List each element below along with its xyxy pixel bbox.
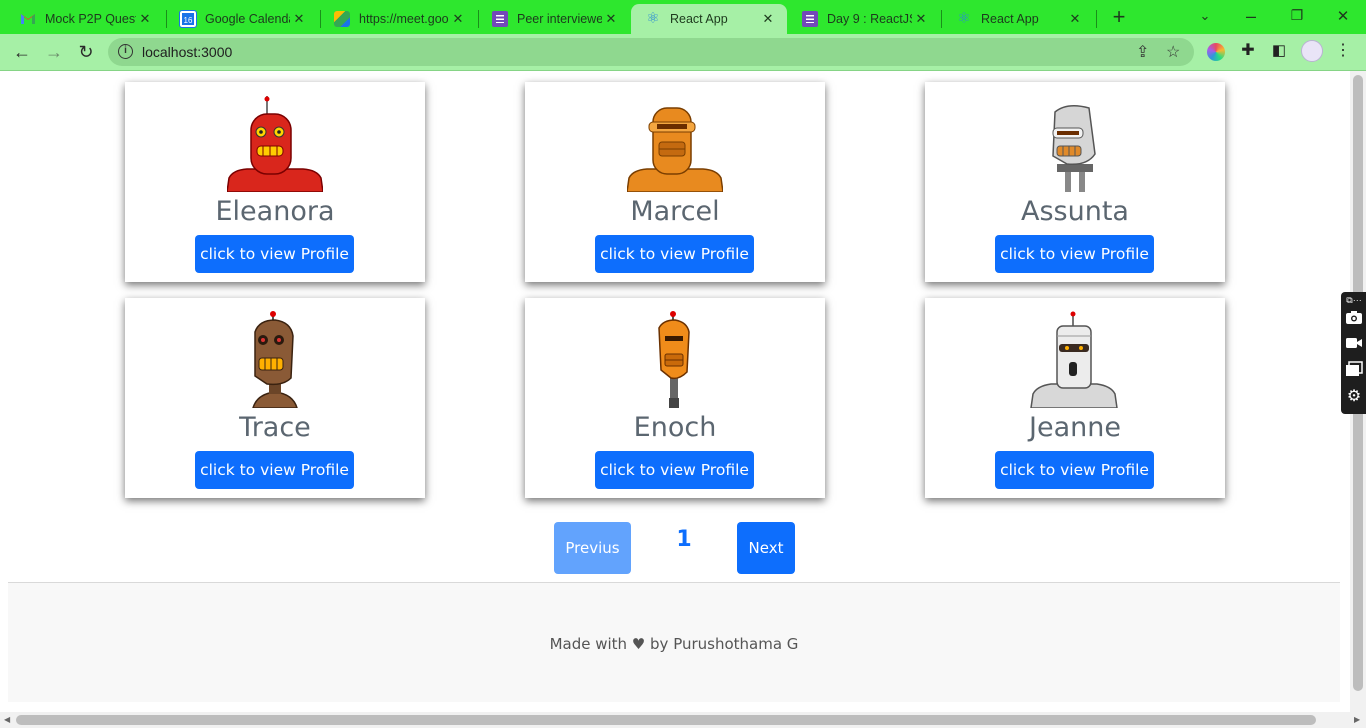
robot-name: Eleanora bbox=[215, 196, 335, 227]
scroll-right-arrow-icon[interactable]: ▶ bbox=[1354, 715, 1360, 724]
video-camera-icon[interactable] bbox=[1343, 334, 1365, 356]
minimize-icon[interactable]: – bbox=[1239, 6, 1263, 27]
close-window-icon[interactable]: ✕ bbox=[1331, 7, 1355, 25]
extensions-puzzle-icon[interactable]: ✚ bbox=[1237, 40, 1259, 62]
tab-title: https://meet.goo bbox=[359, 12, 449, 26]
close-icon[interactable]: ✕ bbox=[449, 11, 467, 27]
bookmark-star-icon[interactable]: ☆ bbox=[1166, 42, 1180, 62]
back-arrow-icon[interactable]: ← bbox=[10, 40, 34, 64]
share-icon[interactable]: ⇪ bbox=[1136, 42, 1149, 62]
meet-icon bbox=[334, 11, 350, 27]
view-profile-button[interactable]: click to view Profile bbox=[995, 235, 1154, 273]
previous-page-button[interactable]: Previus bbox=[554, 522, 631, 574]
tab-react-app-active[interactable]: ⚛ React App ✕ bbox=[631, 4, 787, 34]
horizontal-scroll-thumb[interactable] bbox=[16, 715, 1316, 725]
view-profile-button[interactable]: click to view Profile bbox=[595, 235, 754, 273]
tab-react-app[interactable]: ⚛ React App ✕ bbox=[942, 4, 1094, 34]
robot-name: Marcel bbox=[630, 196, 720, 227]
address-bar[interactable]: i localhost:3000 ⇪ ☆ bbox=[108, 38, 1194, 66]
view-profile-button[interactable]: click to view Profile bbox=[195, 235, 354, 273]
tab-title: React App bbox=[981, 12, 1039, 26]
tab-title: Peer interviewer bbox=[517, 12, 602, 26]
tab-meet[interactable]: https://meet.goo ✕ bbox=[320, 4, 477, 34]
close-icon[interactable]: ✕ bbox=[1066, 11, 1084, 27]
next-page-button[interactable]: Next bbox=[737, 522, 795, 574]
camera-icon[interactable] bbox=[1343, 308, 1365, 330]
forward-arrow-icon[interactable]: → bbox=[42, 40, 66, 64]
robot-card: Enoch click to view Profile bbox=[525, 298, 825, 498]
color-extension-icon[interactable] bbox=[1207, 43, 1225, 61]
robot-card: Marcel click to view Profile bbox=[525, 82, 825, 282]
site-info-icon[interactable]: i bbox=[118, 44, 133, 59]
robot-card: Assunta click to view Profile bbox=[925, 82, 1225, 282]
close-icon[interactable]: ✕ bbox=[602, 11, 620, 27]
settings-gear-icon[interactable]: ⚙ bbox=[1343, 386, 1365, 408]
tab-title: React App bbox=[670, 12, 728, 26]
page-content: Eleanora click to view Profile Marcel cl… bbox=[0, 71, 1350, 712]
tab-search-chevron-icon[interactable]: ⌄ bbox=[1193, 8, 1217, 24]
tab-title: Google Calendar bbox=[205, 12, 290, 26]
robot-name: Trace bbox=[239, 412, 311, 443]
tab-title: Day 9 : ReactJS bbox=[827, 12, 912, 26]
close-icon[interactable]: ✕ bbox=[759, 11, 777, 27]
robot-avatar bbox=[1030, 311, 1118, 408]
current-page-number: 1 bbox=[676, 527, 692, 552]
robot-avatar bbox=[227, 96, 323, 192]
side-panel-icon[interactable]: ◧ bbox=[1268, 40, 1290, 62]
panel-more-icon[interactable]: ⧉⋯ bbox=[1343, 294, 1365, 306]
view-profile-button[interactable]: click to view Profile bbox=[595, 451, 754, 489]
robot-avatar bbox=[252, 311, 298, 408]
footer-credit: Made with ♥ by Purushothama G bbox=[549, 635, 799, 653]
horizontal-scrollbar[interactable]: ◀ ▶ bbox=[0, 712, 1366, 728]
react-icon: ⚛ bbox=[957, 10, 971, 27]
robot-card: Trace click to view Profile bbox=[125, 298, 425, 498]
close-icon[interactable]: ✕ bbox=[290, 11, 308, 27]
react-icon: ⚛ bbox=[646, 10, 660, 27]
forms-icon bbox=[492, 11, 508, 27]
browser-toolbar: ← → ↻ i localhost:3000 ⇪ ☆ bbox=[0, 34, 1366, 71]
robot-avatar bbox=[627, 107, 723, 192]
tab-title: Mock P2P Questi bbox=[45, 12, 136, 26]
view-profile-button[interactable]: click to view Profile bbox=[195, 451, 354, 489]
gmail-icon bbox=[20, 11, 36, 27]
robot-name: Jeanne bbox=[1029, 412, 1121, 443]
robot-avatar bbox=[658, 311, 690, 408]
new-tab-plus-icon[interactable]: + bbox=[1107, 4, 1131, 30]
tab-strip: Mock P2P Questi ✕ 16 Google Calendar ✕ h… bbox=[0, 0, 1366, 34]
capture-extension-panel: ⧉⋯ ⚙ bbox=[1341, 292, 1366, 414]
view-profile-button[interactable]: click to view Profile bbox=[995, 451, 1154, 489]
reload-icon[interactable]: ↻ bbox=[74, 40, 98, 64]
calendar-icon: 16 bbox=[179, 10, 197, 28]
tab-mock-p2p[interactable]: Mock P2P Questi ✕ bbox=[6, 4, 164, 34]
robot-card: Jeanne click to view Profile bbox=[925, 298, 1225, 498]
robot-avatar bbox=[1052, 105, 1096, 192]
scroll-left-arrow-icon[interactable]: ◀ bbox=[4, 715, 10, 724]
robot-name: Assunta bbox=[1021, 196, 1129, 227]
close-icon[interactable]: ✕ bbox=[136, 11, 154, 27]
footer: Made with ♥ by Purushothama G bbox=[8, 582, 1340, 702]
robot-name: Enoch bbox=[633, 412, 717, 443]
robot-card: Eleanora click to view Profile bbox=[125, 82, 425, 282]
menu-kebab-icon[interactable]: ⋮ bbox=[1332, 40, 1354, 62]
tab-google-calendar[interactable]: 16 Google Calendar ✕ bbox=[166, 4, 318, 34]
windows-icon[interactable] bbox=[1343, 360, 1365, 382]
tab-separator bbox=[1096, 10, 1097, 28]
url-text[interactable]: localhost:3000 bbox=[142, 44, 232, 60]
forms-icon bbox=[802, 11, 818, 27]
close-icon[interactable]: ✕ bbox=[912, 11, 930, 27]
tab-peer-interviewer[interactable]: Peer interviewer ✕ bbox=[478, 4, 630, 34]
tab-day9-reactjs[interactable]: Day 9 : ReactJS ✕ bbox=[788, 4, 940, 34]
profile-avatar[interactable] bbox=[1301, 40, 1323, 62]
restore-icon[interactable]: ❐ bbox=[1285, 7, 1309, 24]
